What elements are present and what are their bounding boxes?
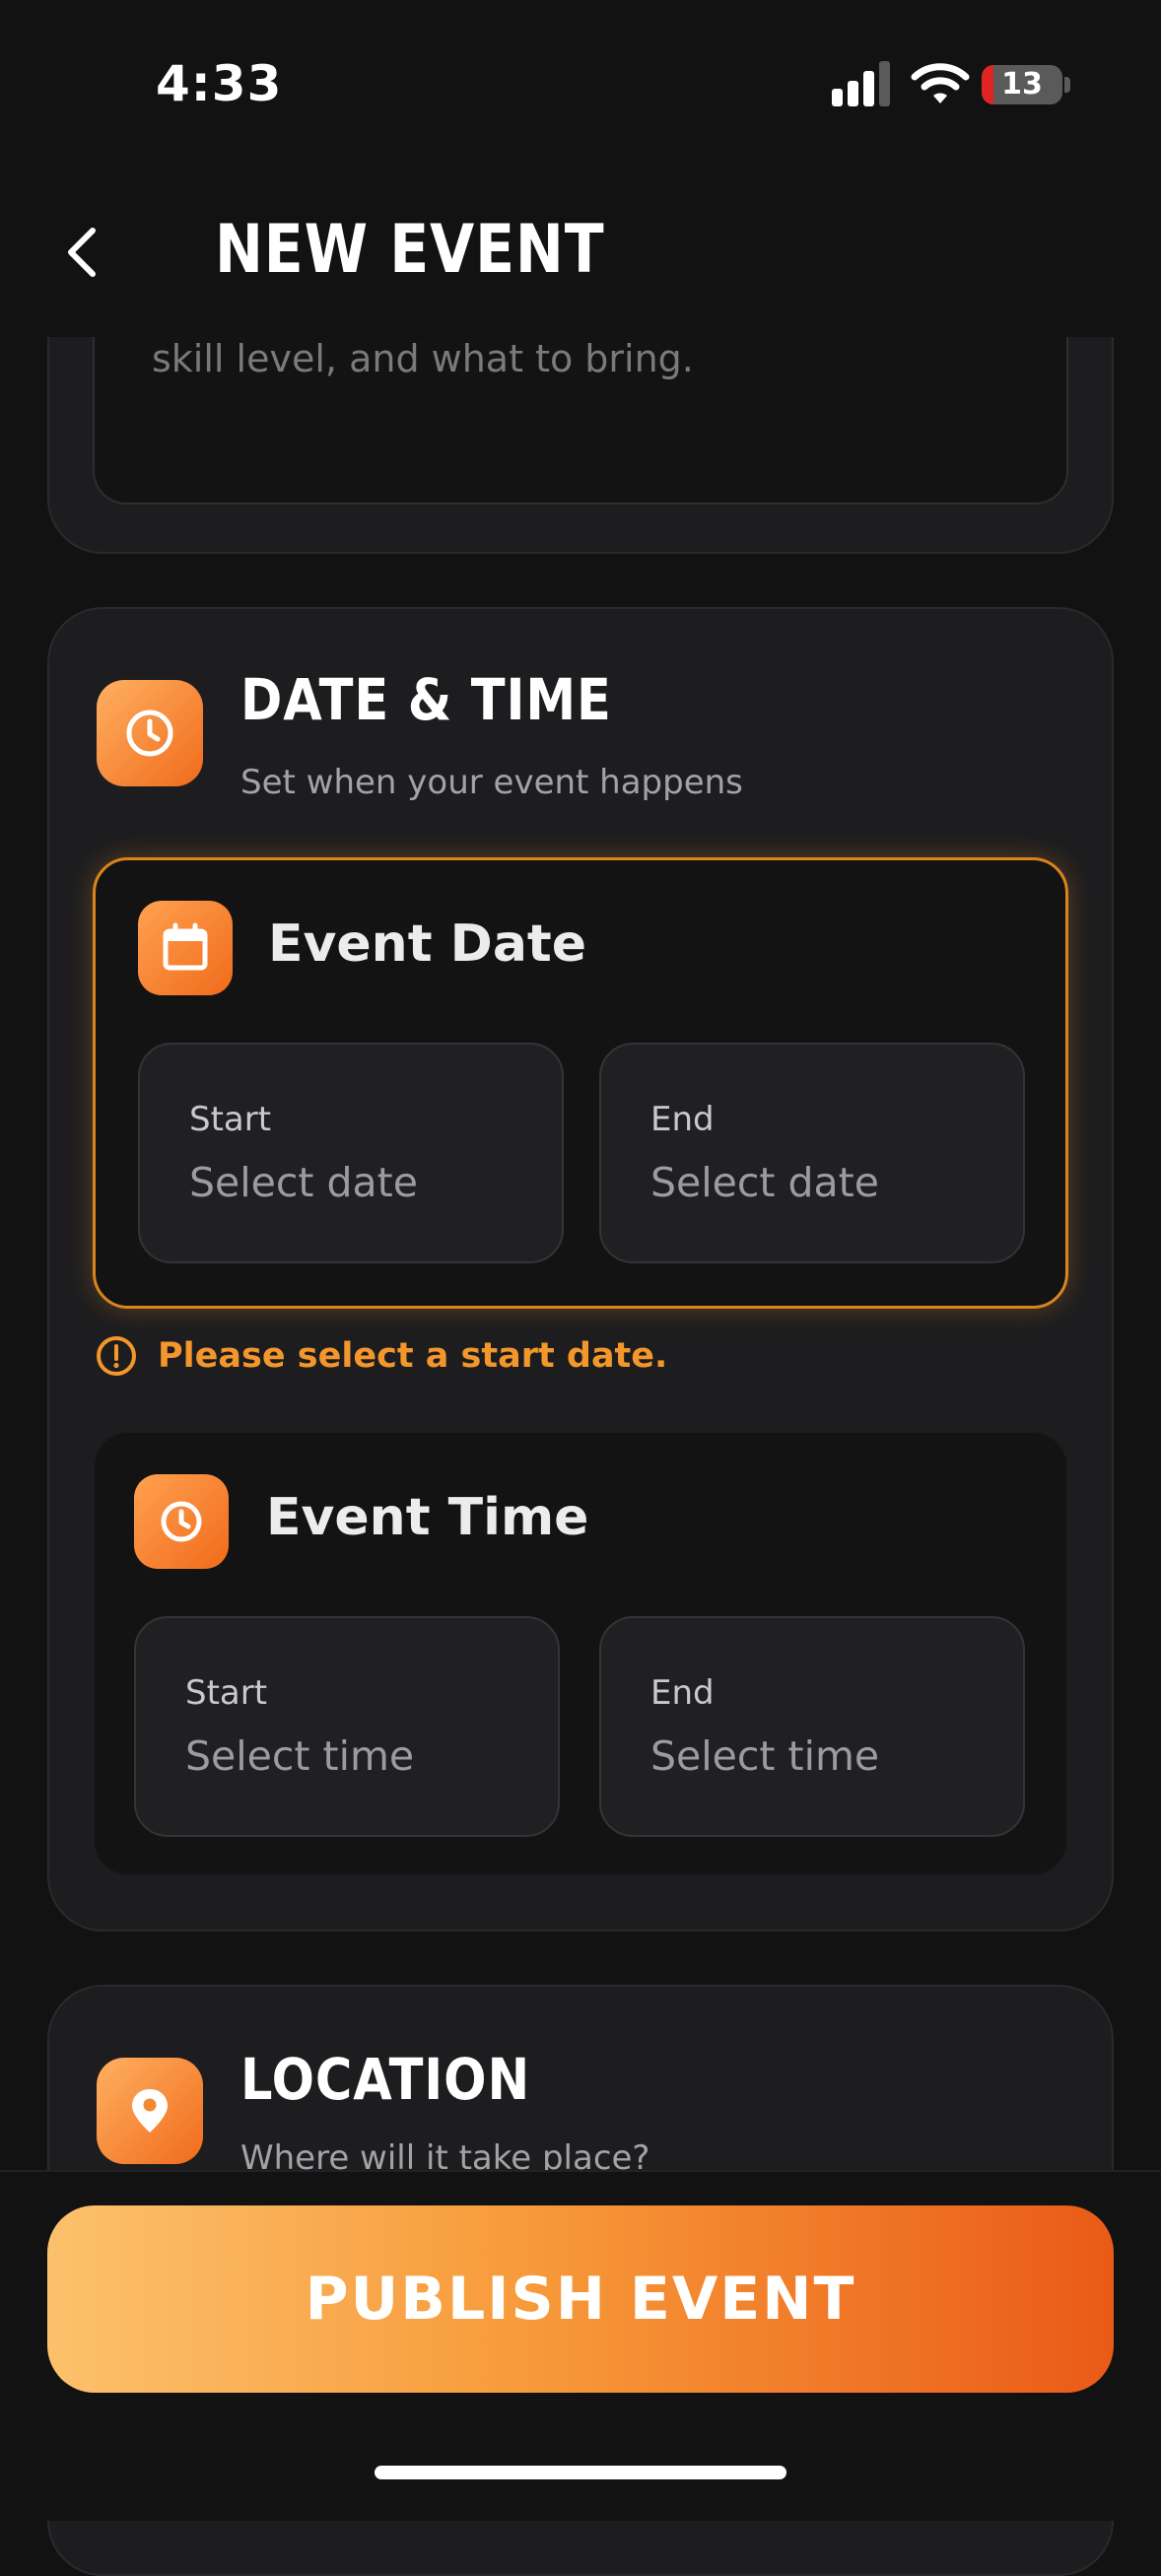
end-date-label: End [650,1100,715,1139]
status-bar: 4:33 13 [0,0,1161,168]
end-time-label: End [650,1673,715,1713]
description-placeholder: skill level, and what to bring. [152,337,694,380]
battery-icon: 13 [982,65,1062,104]
start-date-value: Select date [189,1159,418,1206]
cellular-signal-icon [832,61,890,106]
status-time: 4:33 [156,55,283,112]
start-date-label: Start [189,1100,272,1139]
start-time-value: Select time [185,1732,415,1780]
page-title: NEW EVENT [215,211,605,289]
home-indicator[interactable] [375,2466,786,2479]
end-date-value: Select date [650,1159,879,1206]
event-date-title: Event Date [268,915,587,974]
battery-cap [1064,77,1070,93]
header: NEW EVENT [0,168,1161,337]
error-text: Please select a start date. [158,1336,668,1376]
location-title: LOCATION [240,2046,531,2113]
start-time-label: Start [185,1673,268,1713]
back-icon[interactable] [57,225,112,280]
event-time-title: Event Time [266,1488,589,1547]
end-time-field[interactable]: End Select time [599,1616,1025,1837]
bottom-action-bar: PUBLISH EVENT [0,2170,1161,2521]
location-pin-icon [97,2058,203,2164]
clock-icon [134,1474,229,1569]
battery-level: 13 [1001,67,1043,102]
alert-icon [97,1336,136,1376]
end-time-value: Select time [650,1732,880,1780]
start-time-field[interactable]: Start Select time [134,1616,560,1837]
calendar-icon [138,901,233,995]
publish-event-button[interactable]: PUBLISH EVENT [47,2205,1114,2393]
date-time-subtitle: Set when your event happens [240,763,743,802]
end-date-field[interactable]: End Select date [599,1043,1025,1263]
publish-event-label: PUBLISH EVENT [305,2265,856,2334]
wifi-icon [911,63,970,103]
clock-icon [97,680,203,786]
start-date-field[interactable]: Start Select date [138,1043,564,1263]
date-time-title: DATE & TIME [240,666,612,733]
